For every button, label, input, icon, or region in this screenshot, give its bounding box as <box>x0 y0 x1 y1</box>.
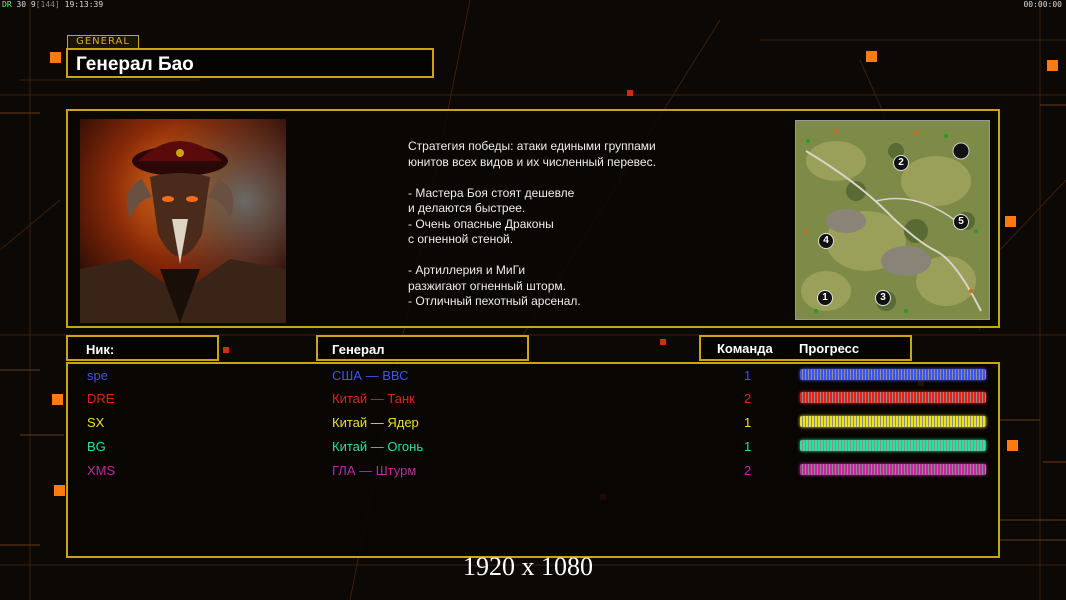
minimap-marker-5: 5 <box>953 214 969 230</box>
general-header-box: Генерал <box>316 335 529 361</box>
player-row: XMS ГЛА — Штурм 2 <box>68 460 998 480</box>
general-info-panel: Стратегия победы: атаки едиными группами… <box>66 109 1000 328</box>
general-description: Стратегия победы: атаки едиными группами… <box>408 139 656 308</box>
general-portrait <box>80 119 286 323</box>
hud-status: DR 30 9[144] 19:13:39 <box>2 0 103 9</box>
minimap: 2 5 4 1 3 <box>795 120 990 320</box>
player-nick: XMS <box>87 463 116 478</box>
decor-square <box>1005 216 1016 227</box>
general-header: Генерал <box>332 342 385 357</box>
general-title-box: Генерал Бао <box>66 48 434 78</box>
decor-square <box>866 51 877 62</box>
minimap-marker-4: 4 <box>818 233 834 249</box>
player-team: 2 <box>744 463 752 478</box>
player-general: Китай — Огонь <box>332 439 424 454</box>
player-nick: DRE <box>87 391 115 406</box>
general-title: Генерал Бао <box>76 54 194 75</box>
hud-time: 19:13:39 <box>64 0 104 9</box>
decor-square <box>1007 440 1018 451</box>
player-nick: spe <box>87 368 108 383</box>
player-team: 1 <box>744 439 752 454</box>
player-progress-bar <box>800 416 986 427</box>
decor-square <box>52 394 63 405</box>
player-progress-bar <box>800 392 986 403</box>
decor-square <box>54 485 65 496</box>
player-team: 2 <box>744 391 752 406</box>
player-progress-bar <box>800 369 986 380</box>
team-header: Команда <box>717 341 773 356</box>
player-nick: BG <box>87 439 106 454</box>
general-tag: GENERAL <box>67 35 139 49</box>
minimap-marker-3: 3 <box>875 290 891 306</box>
player-general: Китай — Ядер <box>332 415 419 430</box>
decor-square <box>627 90 633 96</box>
player-progress-bar <box>800 440 986 451</box>
player-row: BG Китай — Огонь 1 <box>68 436 998 456</box>
decor-square <box>660 339 666 345</box>
player-general: ГЛА — Штурм <box>332 463 417 478</box>
player-general: США — ВВС <box>332 368 409 383</box>
decor-square <box>1047 60 1058 71</box>
team-progress-header-box: Команда Прогресс <box>699 335 912 361</box>
nick-header-box: Ник: <box>66 335 219 361</box>
player-progress-bar <box>800 464 986 475</box>
player-row: spe США — ВВС 1 <box>68 365 998 385</box>
progress-header: Прогресс <box>799 341 860 356</box>
player-general: Китай — Танк <box>332 391 415 406</box>
resolution-label: 1920 x 1080 <box>463 552 593 581</box>
hud-value: 30 9 <box>16 0 36 9</box>
player-nick: SX <box>87 415 105 430</box>
player-team: 1 <box>744 368 752 383</box>
players-panel: spe США — ВВС 1 DRE Китай — Танк 2 SX Ки… <box>66 362 1000 558</box>
hud-timer: 00:00:00 <box>1023 0 1062 9</box>
hud-bracket: [144] <box>35 0 60 9</box>
hud-label: DR <box>2 0 12 9</box>
player-row: SX Китай — Ядер 1 <box>68 412 998 432</box>
nick-header: Ник: <box>86 342 115 357</box>
player-row: DRE Китай — Танк 2 <box>68 388 998 408</box>
minimap-marker-2: 2 <box>893 155 909 171</box>
minimap-marker-1: 1 <box>817 290 833 306</box>
player-team: 1 <box>744 415 752 430</box>
decor-square <box>50 52 61 63</box>
decor-square <box>223 347 229 353</box>
